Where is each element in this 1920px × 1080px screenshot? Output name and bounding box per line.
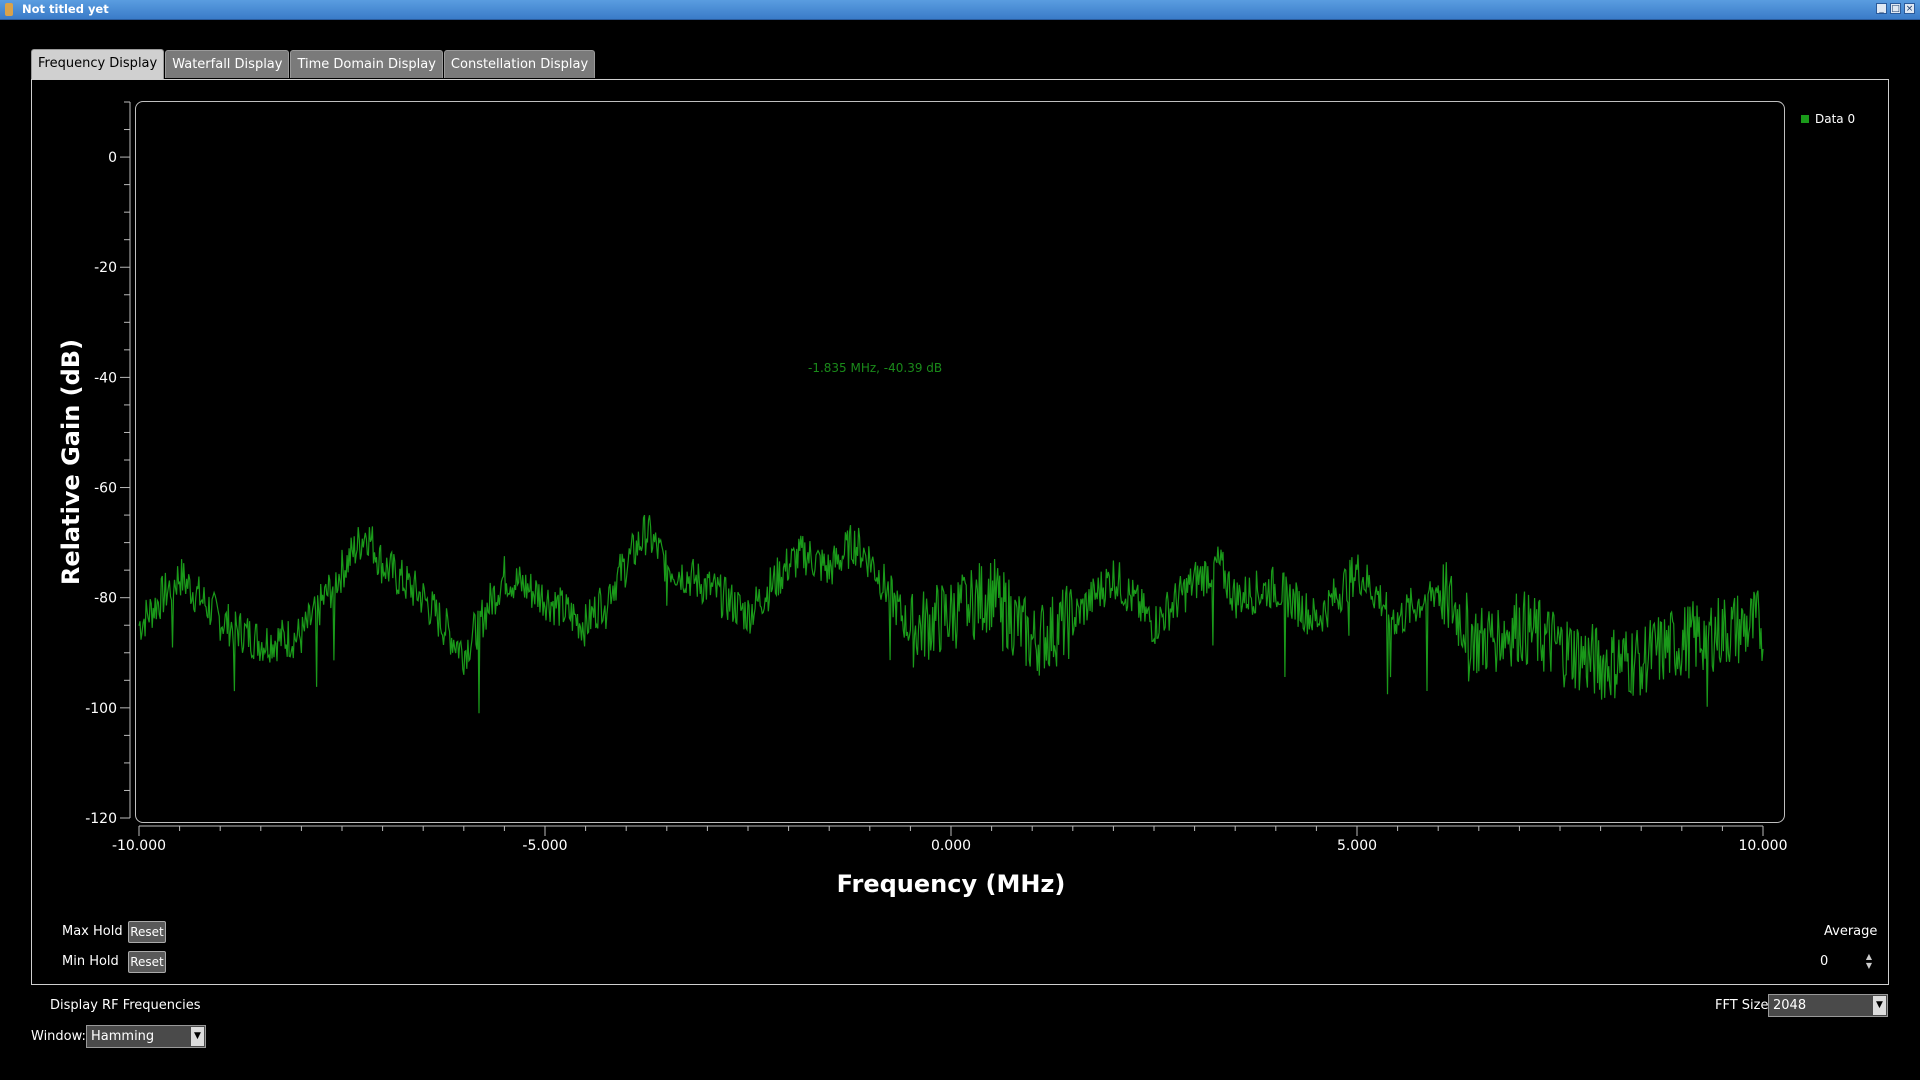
legend-swatch (1801, 115, 1809, 123)
tab-time-domain-display[interactable]: Time Domain Display (290, 50, 443, 78)
min-hold-reset-button[interactable]: Reset (128, 951, 166, 973)
legend-label: Data 0 (1815, 112, 1856, 126)
cursor-readout: -1.835 MHz, -40.39 dB (808, 361, 943, 375)
minimize-icon[interactable]: _ (1876, 3, 1887, 14)
display-rf-frequencies-label[interactable]: Display RF Frequencies (50, 998, 201, 1013)
average-value: 0 (1820, 954, 1829, 969)
maximize-icon[interactable]: □ (1890, 3, 1901, 14)
min-hold-label: Min Hold (62, 954, 119, 969)
max-hold-label: Max Hold (62, 924, 123, 939)
tab-frequency-display[interactable]: Frequency Display (31, 49, 165, 79)
x-axis-label: Frequency (MHz) (836, 870, 1066, 898)
window-label: Window: (31, 1029, 86, 1044)
title-bar: Not titled yet _ □ × (0, 0, 1920, 20)
window-title: Not titled yet (22, 2, 109, 16)
legend: Data 0 (1801, 112, 1855, 126)
fft-size-select[interactable]: 2048 ▼ (1768, 994, 1888, 1017)
app-icon (5, 3, 13, 16)
average-label: Average (1824, 924, 1878, 939)
tab-constellation-display[interactable]: Constellation Display (443, 50, 596, 78)
close-icon[interactable]: × (1904, 3, 1915, 14)
chevron-down-icon[interactable]: ▼ (191, 1027, 204, 1046)
window-value: Hamming (91, 1029, 155, 1044)
max-hold-reset-button[interactable]: Reset (128, 921, 166, 943)
display-tabs: Frequency Display Waterfall Display Time… (31, 49, 596, 79)
plot-canvas[interactable] (135, 101, 1785, 823)
average-spinbox[interactable]: 0 ▲ ▼ (1816, 951, 1874, 973)
tab-waterfall-display[interactable]: Waterfall Display (165, 50, 290, 78)
fft-size-value: 2048 (1773, 998, 1807, 1013)
spin-arrows-icon[interactable]: ▲ ▼ (1866, 952, 1872, 970)
window-select[interactable]: Hamming ▼ (86, 1025, 206, 1048)
y-axis-label: Relative Gain (dB) (57, 338, 85, 586)
fft-size-label: FFT Size: (1715, 998, 1773, 1013)
chevron-down-icon[interactable]: ▼ (1873, 996, 1886, 1015)
